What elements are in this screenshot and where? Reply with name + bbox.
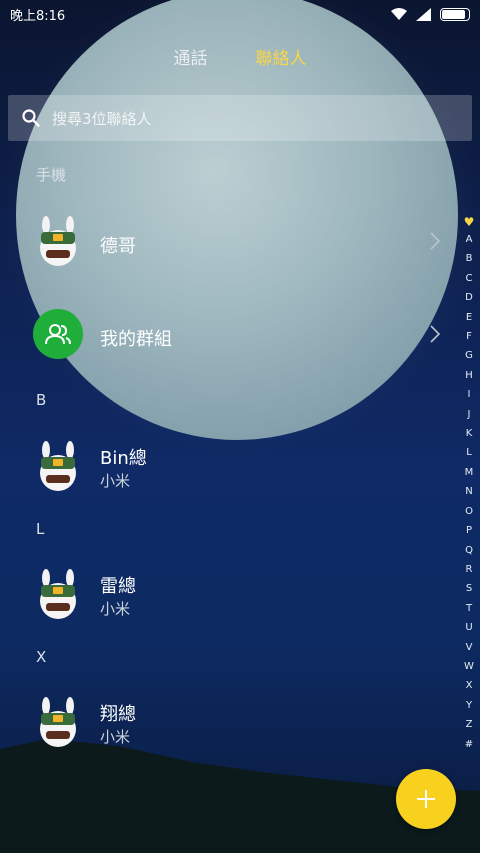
contact-name: 德哥 [100, 236, 136, 257]
group-icon [45, 324, 71, 345]
index-letter[interactable]: T [466, 599, 472, 618]
mitu-avatar-icon [40, 569, 76, 619]
search-icon [22, 109, 40, 127]
contact-name: 我的群組 [100, 329, 172, 350]
index-letter[interactable]: E [466, 308, 472, 327]
battery-icon [440, 7, 470, 21]
index-letter[interactable]: Y [466, 696, 472, 715]
heart-icon[interactable]: ♥ [464, 215, 475, 230]
contact-row-lei[interactable]: 雷總 小米 [0, 563, 460, 633]
index-letter[interactable]: C [466, 269, 473, 288]
tab-bar: 通話 聯絡人 [0, 44, 480, 69]
index-letter[interactable]: D [465, 288, 473, 307]
search-bar[interactable]: 搜尋3位聯絡人 [8, 95, 472, 141]
search-placeholder: 搜尋3位聯絡人 [52, 109, 152, 128]
contact-row-bin[interactable]: Bin總 小米 [0, 435, 460, 505]
index-letter[interactable]: N [465, 482, 472, 501]
contact-company: 小米 [100, 600, 131, 618]
tab-contacts[interactable]: 聯絡人 [256, 44, 307, 69]
mitu-avatar-icon [40, 697, 76, 747]
index-letter[interactable]: G [465, 346, 473, 365]
contact-name: 翔總 [100, 704, 136, 725]
status-icons [390, 7, 470, 21]
index-letter[interactable]: V [466, 638, 473, 657]
contact-name: Bin總 [100, 448, 147, 469]
contact-company: 小米 [100, 472, 131, 490]
index-letter[interactable]: Z [466, 715, 473, 734]
section-header-b: B [36, 391, 47, 409]
section-header-l: L [36, 520, 45, 538]
section-header-phone: 手機 [36, 166, 67, 184]
index-letter[interactable]: U [465, 618, 472, 637]
wifi-icon [391, 8, 407, 20]
contact-company: 小米 [100, 728, 131, 746]
mitu-avatar-icon [40, 441, 76, 491]
index-letter[interactable]: # [465, 735, 473, 754]
status-time: 晚上8:16 [10, 8, 66, 24]
index-letter[interactable]: B [466, 249, 473, 268]
index-letter[interactable]: F [466, 327, 472, 346]
signal-icon [416, 7, 431, 21]
status-bar: 晚上8:16 [0, 0, 480, 28]
section-header-x: X [36, 648, 47, 666]
group-avatar [33, 309, 83, 359]
alphabet-index[interactable]: ♥ A B C D E F G H I J K L M N O P Q R S T U V W X Y Z # [458, 215, 480, 754]
index-letter[interactable]: O [465, 502, 473, 521]
index-letter[interactable]: A [466, 230, 473, 249]
contact-name: 雷總 [100, 576, 136, 597]
index-letter[interactable]: K [466, 424, 473, 443]
mitu-avatar-icon [40, 216, 76, 266]
index-letter[interactable]: Q [465, 541, 473, 560]
contact-row-dege[interactable]: 德哥 [0, 210, 460, 280]
plus-icon [417, 790, 435, 808]
add-contact-button[interactable] [396, 769, 456, 829]
chevron-right-icon [430, 232, 440, 250]
index-letter[interactable]: X [466, 676, 473, 695]
battery-level [442, 9, 466, 19]
index-letter[interactable]: R [466, 560, 473, 579]
index-letter[interactable]: I [468, 385, 471, 404]
index-letter[interactable]: L [466, 443, 472, 462]
chevron-right-icon [430, 325, 440, 343]
index-letter[interactable]: H [465, 366, 473, 385]
index-letter[interactable]: J [468, 405, 471, 424]
tab-calls[interactable]: 通話 [174, 44, 208, 69]
contact-row-xiang[interactable]: 翔總 小米 [0, 691, 460, 761]
index-letter[interactable]: P [466, 521, 472, 540]
contact-row-group[interactable]: 我的群組 [0, 303, 460, 373]
index-letter[interactable]: S [466, 579, 472, 598]
index-letter[interactable]: M [465, 463, 474, 482]
index-letter[interactable]: W [464, 657, 474, 676]
